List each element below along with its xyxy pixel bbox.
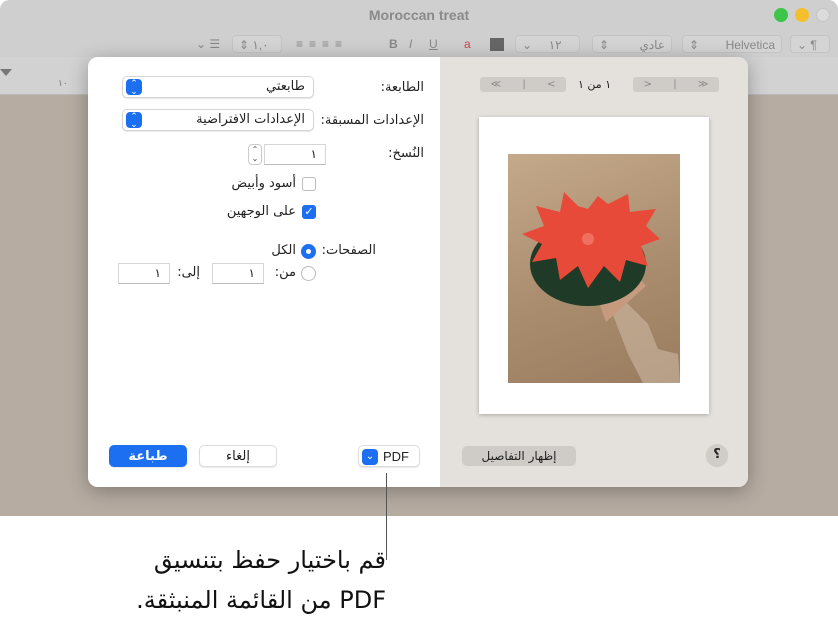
pages-from-label: من:	[274, 265, 296, 280]
callout-text: قم باختيار حفظ بتنسيق PDF من القائمة الم…	[136, 540, 386, 620]
text-color-button[interactable]	[490, 38, 504, 51]
callout-line-1: قم باختيار حفظ بتنسيق	[153, 546, 386, 574]
printer-label: الطابعة:	[380, 80, 424, 95]
next-last-page-buttons[interactable]: > | ≫	[633, 77, 719, 92]
ruler-label: ١٠	[58, 79, 68, 89]
chevron-updown-icon: ⌃ ⌄	[126, 112, 142, 130]
first-prev-page-buttons[interactable]: ≪ | <	[480, 77, 566, 92]
black-white-checkbox[interactable]	[302, 177, 316, 191]
indent-marker-icon[interactable]	[0, 69, 12, 76]
pages-range-radio[interactable]	[301, 266, 316, 281]
pages-all-label: الكل	[271, 243, 296, 258]
presets-select[interactable]: الإعدادات الافتراضية ⌃ ⌄	[122, 109, 314, 131]
alignment-buttons[interactable]: ≡≡≡≡	[290, 35, 354, 53]
font-size-select[interactable]: ⌄ ١٢	[515, 35, 580, 53]
print-settings-panel: الطابعة: طابعتي ⌃ ⌄ الإعدادات المسبقة: الإ…	[88, 57, 440, 487]
watermelon-photo	[508, 154, 680, 383]
page-indicator: ١ من ١	[578, 78, 612, 91]
presets-label: الإعدادات المسبقة:	[320, 113, 424, 128]
chevron-updown-icon: ⌃ ⌄	[126, 79, 142, 97]
italic-button[interactable]: I	[403, 35, 418, 53]
show-details-button[interactable]: إظهار التفاصيل	[462, 446, 576, 466]
zoom-button[interactable]	[774, 8, 788, 22]
format-toolbar: ⌄ ☰ ⇕ ١,٠ ≡≡≡≡ B I U a ⌄ ١٢ ⇕ عادي ⇕ Helve…	[0, 33, 838, 57]
page-preview	[479, 117, 709, 414]
two-sided-label: على الوجهين	[226, 204, 296, 219]
paragraph-direction-button[interactable]: ⌄ ¶	[790, 35, 830, 53]
help-button[interactable]: ؟	[706, 444, 728, 466]
copies-stepper[interactable]: ⌃ ⌄	[248, 144, 262, 165]
pages-to-label: إلى:	[177, 265, 200, 280]
list-button[interactable]: ⌄ ☰	[190, 35, 226, 53]
font-family-select[interactable]: ⇕ Helvetica	[682, 35, 782, 53]
callout-line	[386, 473, 387, 560]
line-spacing-select[interactable]: ⇕ ١,٠	[232, 35, 282, 53]
two-sided-checkbox[interactable]: ✓	[302, 205, 316, 219]
print-button[interactable]: طباعة	[109, 445, 187, 467]
to-page-field[interactable]: ١	[118, 263, 170, 284]
cancel-button[interactable]: إلغاء	[199, 445, 277, 467]
window-title: Moroccan treat	[368, 7, 470, 23]
pdf-menu-button[interactable]: PDF ⌄	[358, 445, 420, 467]
font-style-select[interactable]: ⇕ عادي	[592, 35, 672, 53]
from-page-field[interactable]: ١	[212, 263, 264, 284]
close-button[interactable]	[816, 8, 830, 22]
black-white-label: أسود وأبيض	[231, 176, 297, 191]
minimize-button[interactable]	[795, 8, 809, 22]
printer-select[interactable]: طابعتي ⌃ ⌄	[122, 76, 314, 98]
print-preview-panel: ≪ | < ١ من ١ > | ≫ إظهار التفاصيل ؟	[440, 57, 748, 487]
print-dialog: الطابعة: طابعتي ⌃ ⌄ الإعدادات المسبقة: الإ…	[88, 57, 748, 487]
copies-field[interactable]: ١	[264, 144, 326, 165]
title-bar: Moroccan treat	[0, 0, 838, 33]
copies-label: النُسخ:	[388, 146, 424, 161]
highlight-color-icon[interactable]: a	[458, 35, 477, 53]
callout-line-2: PDF من القائمة المنبثقة.	[136, 586, 386, 614]
pages-label: الصفحات:	[321, 243, 376, 258]
bold-button[interactable]: B	[383, 35, 404, 53]
underline-button[interactable]: U	[423, 35, 444, 53]
pages-all-radio[interactable]	[301, 244, 316, 259]
chevron-down-icon: ⌄	[362, 449, 378, 465]
text-editor-window: Moroccan treat ⌄ ☰ ⇕ ١,٠ ≡≡≡≡ B I U a ⌄ …	[0, 0, 838, 516]
